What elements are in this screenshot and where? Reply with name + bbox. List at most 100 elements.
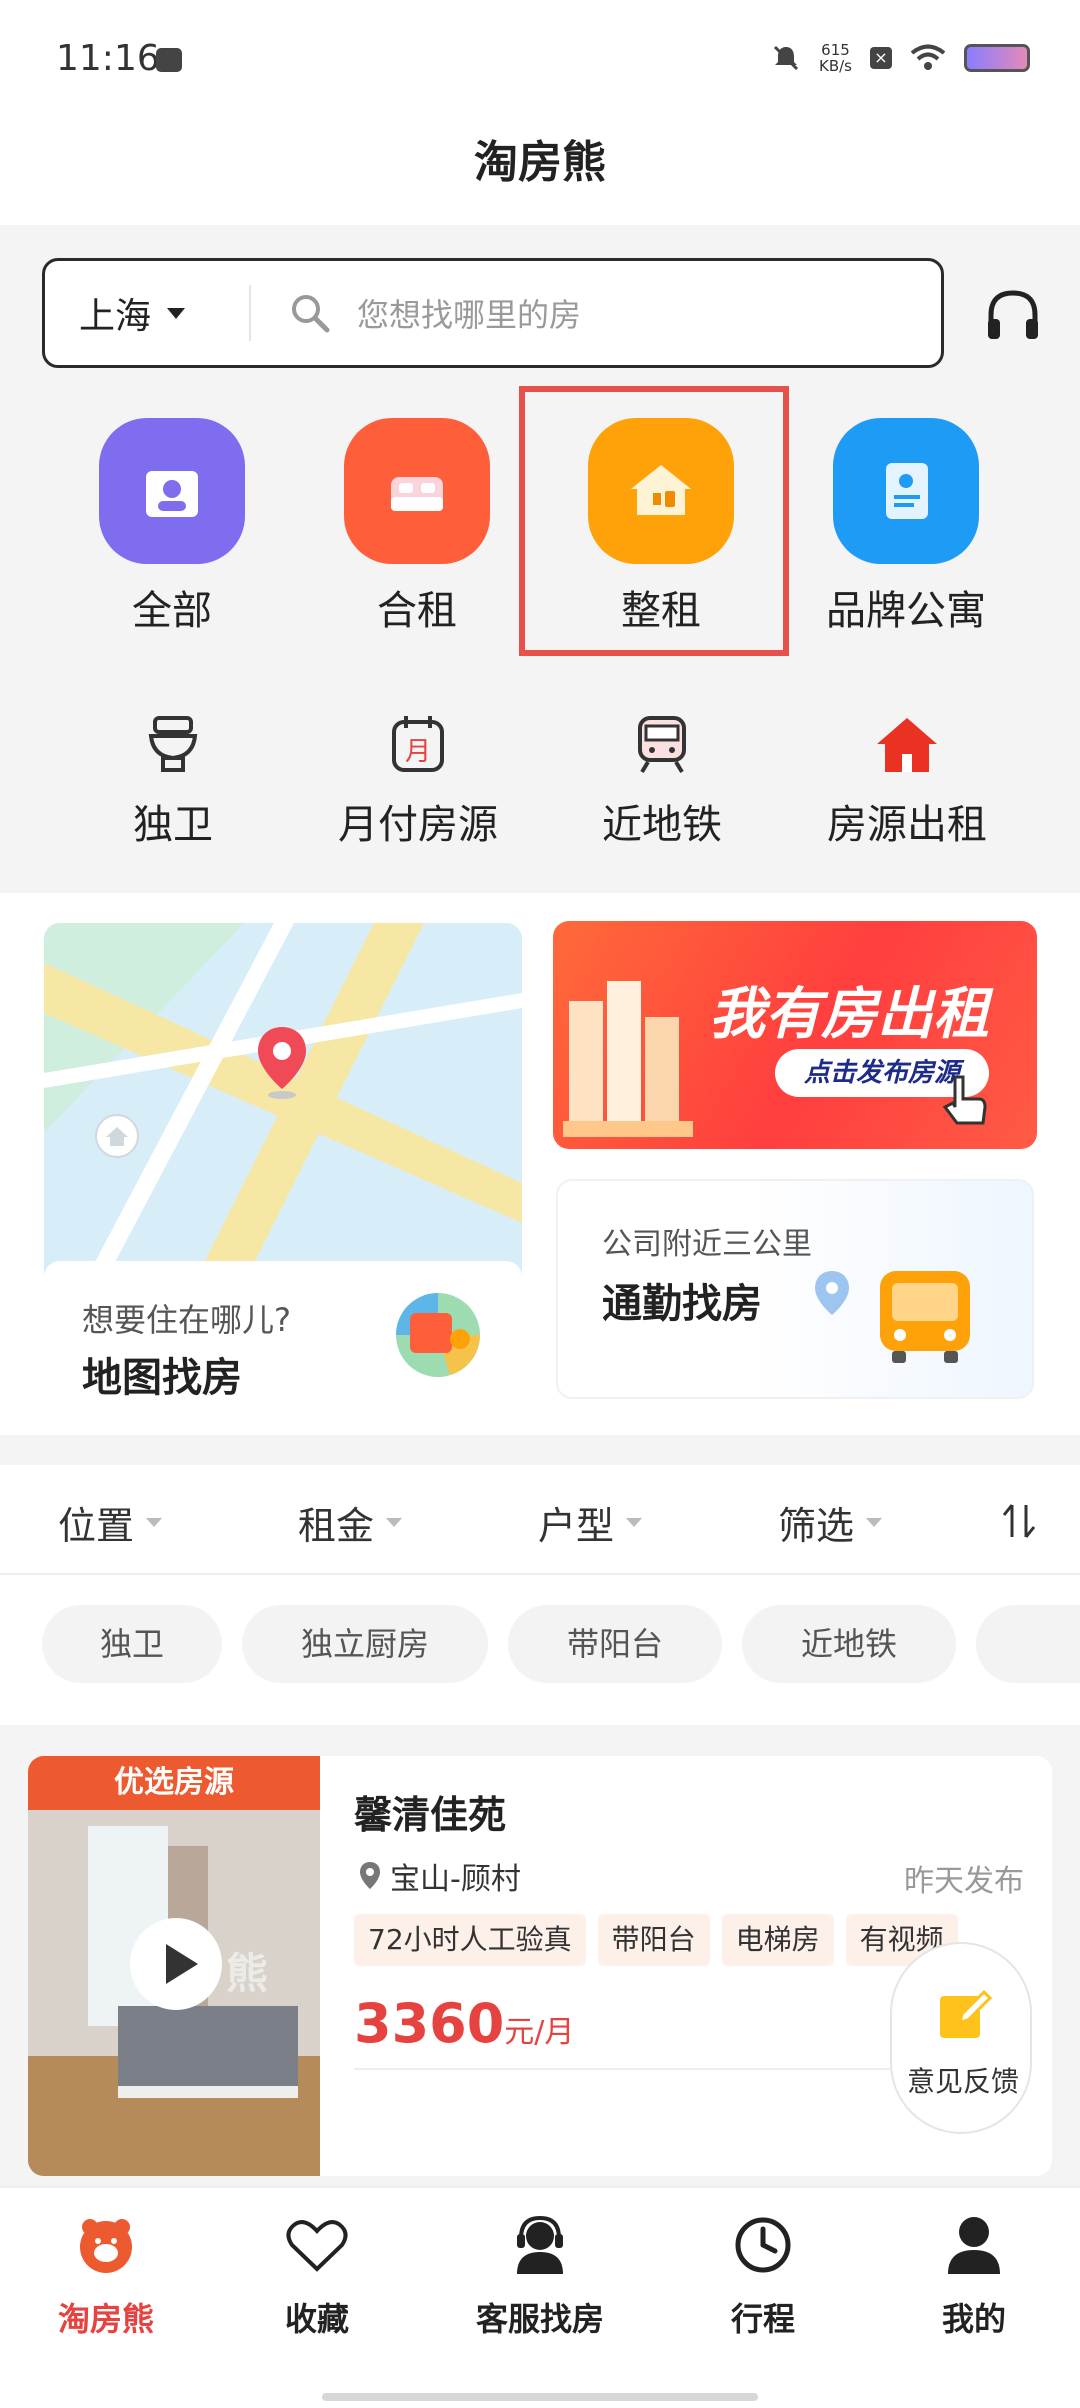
listing-tag: 带阳台	[597, 1914, 710, 1966]
toilet-icon	[68, 710, 278, 778]
bus-icon	[880, 1271, 970, 1363]
tab-agent[interactable]: 客服找房	[450, 2210, 630, 2340]
quick-tags: 独卫 独立厨房 带阳台 近地铁	[0, 1575, 1080, 1725]
map-pin-icon	[258, 1027, 306, 1099]
subcategory-list-for-rent[interactable]: 房源出租	[802, 710, 1012, 850]
tab-favorites[interactable]: 收藏	[227, 2210, 407, 2340]
filter-rent[interactable]: 租金	[298, 1495, 403, 1550]
chevron-down-icon	[866, 1518, 883, 1527]
commute-card-title: 通勤找房	[602, 1281, 762, 1327]
map-card-text: 想要住在哪儿? 地图找房	[44, 1261, 522, 1403]
price-value: 3360	[354, 1992, 505, 2055]
search-icon	[292, 295, 330, 333]
subcategory-label: 房源出租	[827, 802, 987, 848]
promo-section: 想要住在哪儿? 地图找房 我有房出租 点击发布房源 公司附近三公里 通勤找房	[0, 893, 1080, 1435]
feedback-button[interactable]: 意见反馈	[890, 1942, 1032, 2134]
tab-label: 客服找房	[475, 2300, 604, 2338]
location-icon	[360, 1862, 380, 1889]
selection-highlight	[519, 386, 789, 656]
tab-itinerary[interactable]: 行程	[673, 2210, 853, 2340]
close-box-icon: ×	[870, 47, 892, 69]
svg-text:月: 月	[405, 737, 431, 767]
chevron-down-icon	[167, 307, 186, 319]
map-card-title: 地图找房	[82, 1355, 242, 1401]
search-input[interactable]: 您想找哪里的房	[251, 290, 941, 336]
clock-icon	[673, 2210, 853, 2280]
listing-tag: 72小时人工验真	[354, 1914, 586, 1966]
document-icon	[833, 418, 979, 564]
page-title: 淘房熊	[0, 120, 1080, 225]
search-placeholder: 您想找哪里的房	[357, 296, 582, 334]
tab-label: 行程	[730, 2300, 795, 2338]
subcategory-monthly-pay[interactable]: 月 月付房源	[313, 710, 523, 850]
tab-profile[interactable]: 我的	[884, 2210, 1064, 2340]
commute-card-subtitle: 公司附近三公里	[602, 1227, 812, 1262]
city-selector[interactable]: 上海	[45, 285, 251, 341]
location-pin-icon	[815, 1271, 849, 1315]
mute-icon	[773, 45, 799, 71]
search-box[interactable]: 上海 您想找哪里的房	[42, 258, 944, 368]
divider	[354, 2068, 944, 2070]
subcategory-label: 月付房源	[338, 802, 498, 848]
battery-icon	[964, 44, 1030, 72]
category-label: 品牌公寓	[826, 588, 986, 634]
wifi-icon	[910, 44, 946, 70]
bed-icon	[344, 418, 490, 564]
tag-chip[interactable]: 独立厨房	[242, 1605, 488, 1683]
feedback-label: 意见反馈	[906, 2065, 1019, 2098]
listing-tags: 72小时人工验真 带阳台 电梯房 有视频	[354, 1914, 958, 1966]
tag-chip-partial[interactable]	[976, 1605, 1080, 1683]
listing-thumbnail[interactable]: 优选房源 熊	[28, 1756, 320, 2176]
price-unit: 元/月	[504, 2015, 575, 2050]
category-shared[interactable]: 合租	[317, 418, 517, 636]
photo-watermark: 熊	[226, 1949, 269, 1998]
bear-home-icon	[16, 2210, 196, 2280]
filter-label: 户型	[538, 1504, 615, 1548]
edit-icon	[940, 1989, 993, 2038]
chevron-down-icon	[626, 1518, 643, 1527]
heart-icon	[227, 2210, 407, 2280]
status-icons: 615 KB/s ×	[771, 42, 1030, 74]
filter-more[interactable]: 筛选	[778, 1495, 883, 1550]
filter-label: 位置	[58, 1504, 135, 1548]
headset-icon[interactable]	[983, 285, 1043, 345]
listing-location: 宝山-顾村	[358, 1854, 521, 1898]
tab-label: 淘房熊	[57, 2300, 154, 2338]
category-all[interactable]: 全部	[72, 418, 272, 636]
filter-layout[interactable]: 户型	[538, 1495, 643, 1550]
listing-price: 3360元/月	[354, 1992, 574, 2055]
filter-location[interactable]: 位置	[58, 1495, 163, 1550]
home-indicator[interactable]	[322, 2393, 758, 2401]
category-brand-apartment[interactable]: 品牌公寓	[806, 418, 1006, 636]
tag-chip[interactable]: 独卫	[42, 1605, 222, 1683]
filter-label: 筛选	[778, 1504, 855, 1548]
listing-tag: 电梯房	[721, 1914, 834, 1966]
subcategory-label: 近地铁	[602, 802, 722, 848]
agent-icon	[450, 2210, 630, 2280]
rent-out-banner[interactable]: 我有房出租 点击发布房源	[553, 921, 1037, 1149]
network-speed: 615 KB/s	[819, 41, 852, 75]
sort-icon[interactable]	[1000, 1501, 1040, 1541]
subcategory-near-subway[interactable]: 近地铁	[557, 710, 767, 850]
red-house-icon	[802, 710, 1012, 778]
listing-title: 馨清佳苑	[354, 1793, 507, 1837]
tag-chip[interactable]: 带阳台	[508, 1605, 722, 1683]
tab-label: 我的	[941, 2300, 1006, 2338]
calendar-icon: 月	[313, 710, 523, 778]
subcategory-private-bath[interactable]: 独卫	[68, 710, 278, 850]
building-illustration	[563, 981, 693, 1137]
mail-notification-icon	[156, 48, 182, 72]
home-marker-icon	[95, 1114, 139, 1158]
chevron-down-icon	[386, 1518, 403, 1527]
chevron-down-icon	[146, 1518, 163, 1527]
tab-home[interactable]: 淘房熊	[16, 2210, 196, 2340]
play-video-icon[interactable]	[130, 1918, 222, 2010]
listing-card[interactable]: 优选房源 熊 馨清佳苑 宝山-顾村 昨天发布 72小时人工验真 带阳台 电梯房 …	[28, 1756, 1052, 2176]
hand-pointer-icon	[942, 1075, 987, 1125]
banner-title: 我有房出租	[709, 982, 989, 1047]
map-card-subtitle: 想要住在哪儿?	[82, 1301, 291, 1339]
commute-search-card[interactable]: 公司附近三公里 通勤找房	[556, 1179, 1034, 1399]
map-search-card[interactable]: 想要住在哪儿? 地图找房	[44, 923, 522, 1403]
all-house-icon	[99, 418, 245, 564]
tag-chip[interactable]: 近地铁	[742, 1605, 956, 1683]
